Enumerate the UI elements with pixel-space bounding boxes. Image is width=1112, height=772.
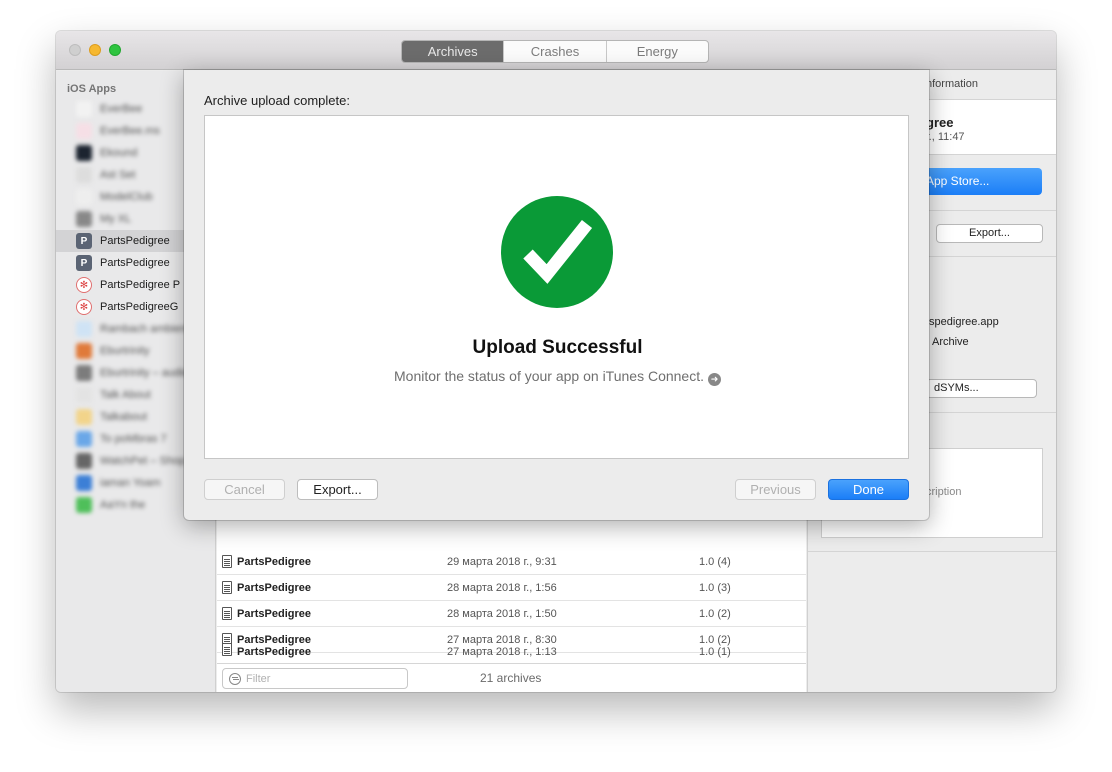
archive-title: gree xyxy=(926,115,954,130)
filter-placeholder: Filter xyxy=(246,672,271,685)
archive-version: 1.0 (2) xyxy=(699,633,731,646)
cancel-button[interactable]: Cancel xyxy=(204,479,285,500)
app-icon xyxy=(76,189,92,205)
app-icon xyxy=(76,343,92,359)
archive-version: 1.0 (1) xyxy=(699,646,731,658)
success-subtitle: Monitor the status of your app on iTunes… xyxy=(205,368,910,386)
sidebar-item-label: AaYn the xyxy=(100,499,146,511)
organizer-tabs: Archives Crashes Energy xyxy=(401,40,709,63)
sidebar-item-label: Talk About xyxy=(100,389,151,401)
app-icon xyxy=(76,321,92,337)
archive-date: 27 марта 2018 г., 8:30 xyxy=(447,633,557,646)
sidebar-item-label: Eburtrinity xyxy=(100,345,150,357)
archive-date: 29 марта 2018 г., 9:31 xyxy=(447,555,557,568)
archive-version: 1.0 (3) xyxy=(699,581,731,594)
sidebar-item-label: EverBee xyxy=(100,103,143,115)
sidebar-item-label: PartsPedigree P xyxy=(100,279,181,291)
sidebar-item-label: Talkabout xyxy=(100,411,148,423)
itunes-connect-link[interactable]: Monitor the status of your app on iTunes… xyxy=(394,368,704,384)
partspedigree-gear-icon: ✻ xyxy=(76,277,92,293)
partspedigree-app-icon: P xyxy=(76,255,92,271)
done-button[interactable]: Done xyxy=(828,479,909,500)
partspedigree-app-icon: P xyxy=(76,233,92,249)
app-icon xyxy=(76,101,92,117)
archive-document-icon xyxy=(222,643,232,656)
archive-created-date: г., 11:47 xyxy=(926,131,965,143)
archive-version: 1.0 (2) xyxy=(699,607,731,620)
app-icon xyxy=(76,409,92,425)
archive-document-icon xyxy=(222,581,232,594)
upload-complete-sheet: Archive upload complete: Upload Successf… xyxy=(184,70,929,520)
sidebar-item-label: iaman Yoam xyxy=(100,477,161,489)
sidebar-item-label: Ast Set xyxy=(100,169,136,181)
app-icon xyxy=(76,453,92,469)
arrow-right-circle-icon[interactable]: ➜ xyxy=(708,373,721,386)
sheet-content: Upload Successful Monitor the status of … xyxy=(204,115,909,459)
archive-name: PartsPedigree xyxy=(237,646,311,658)
title-bar: Archives Crashes Energy xyxy=(56,31,1056,70)
app-icon xyxy=(76,167,92,183)
partspedigree-gear-icon: ✻ xyxy=(76,299,92,315)
sidebar-item-label: My XL xyxy=(100,213,132,225)
inspector-section-header: nformation xyxy=(926,78,978,90)
filter-icon xyxy=(229,672,241,685)
sidebar-item-label: EverBee.ms xyxy=(100,125,160,137)
archive-date: 28 марта 2018 г., 1:50 xyxy=(447,607,557,620)
sidebar-item-label: Rambach ambient xyxy=(100,323,190,335)
download-dsyms-button[interactable]: dSYMs... xyxy=(926,379,1037,398)
app-icon xyxy=(76,475,92,491)
archive-count: 21 archives xyxy=(480,671,542,685)
tab-energy[interactable]: Energy xyxy=(605,41,708,62)
archive-name: PartsPedigree xyxy=(237,581,311,594)
sidebar-item-label: PartsPedigreeG xyxy=(100,301,179,313)
app-icon xyxy=(76,497,92,513)
sheet-title: Archive upload complete: xyxy=(204,93,350,108)
archive-name: PartsPedigree xyxy=(237,555,311,568)
sidebar-header: iOS Apps xyxy=(67,83,117,95)
sidebar-item-label: To poMbras 7 xyxy=(100,433,167,445)
app-icon xyxy=(76,123,92,139)
archive-identifier: tspedigree.app xyxy=(926,316,999,328)
success-heading: Upload Successful xyxy=(472,337,643,358)
tab-archives[interactable]: Archives xyxy=(402,41,504,62)
app-icon xyxy=(76,431,92,447)
archive-name: PartsPedigree xyxy=(237,607,311,620)
app-icon xyxy=(76,145,92,161)
table-row[interactable]: PartsPedigree 28 марта 2018 г., 1:50 1.0… xyxy=(217,601,806,627)
previous-button[interactable]: Previous xyxy=(735,479,816,500)
description-placeholder: cription xyxy=(926,486,962,498)
table-row[interactable]: PartsPedigree 27 марта 2018 г., 1:13 1.0… xyxy=(217,643,806,663)
archives-bottom-bar: Filter 21 archives xyxy=(217,663,806,692)
archive-version: 1.0 (4) xyxy=(699,555,731,568)
divider xyxy=(808,551,1056,552)
close-window-button[interactable] xyxy=(69,44,81,56)
archive-document-icon xyxy=(222,555,232,568)
table-row[interactable]: PartsPedigree 29 марта 2018 г., 9:31 1.0… xyxy=(217,549,806,575)
archive-date: 28 марта 2018 г., 1:56 xyxy=(447,581,557,594)
sidebar-item-label: ModelClub xyxy=(100,191,153,203)
app-icon xyxy=(76,365,92,381)
app-icon xyxy=(76,387,92,403)
table-row[interactable]: PartsPedigree 28 марта 2018 г., 1:56 1.0… xyxy=(217,575,806,601)
export-button[interactable]: Export... xyxy=(297,479,378,500)
minimize-window-button[interactable] xyxy=(89,44,101,56)
zoom-window-button[interactable] xyxy=(109,44,121,56)
sidebar-item-label: PartsPedigree xyxy=(100,235,170,247)
sidebar-item-label: Eburtrinity – audio xyxy=(100,367,189,379)
sidebar-item-label: WatchPet – Shop xyxy=(100,455,186,467)
sidebar-item-label: Ekound xyxy=(100,147,138,159)
tab-crashes[interactable]: Crashes xyxy=(503,41,605,62)
app-icon xyxy=(76,211,92,227)
sidebar-item-label: PartsPedigree xyxy=(100,257,170,269)
archive-document-icon xyxy=(222,607,232,620)
filter-input[interactable]: Filter xyxy=(222,668,408,689)
archive-date: 27 марта 2018 г., 1:13 xyxy=(447,646,557,658)
checkmark-success-icon xyxy=(501,196,613,308)
archive-name: PartsPedigree xyxy=(237,633,311,646)
export-button[interactable]: Export... xyxy=(936,224,1043,243)
archive-type: Archive xyxy=(932,336,969,348)
